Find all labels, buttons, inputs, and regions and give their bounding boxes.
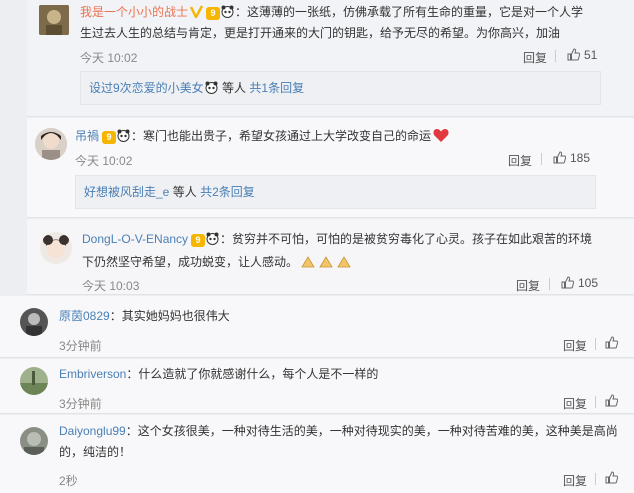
comment-username[interactable]: 吊禍 (75, 129, 99, 143)
reply-button[interactable]: 回复 (508, 152, 532, 169)
like-count: 185 (570, 151, 591, 165)
comment-card-6: Daiyonglu99：这个女孩很美，一种对待生活的美，一种对待现实的美，一种对… (0, 415, 634, 493)
avatar[interactable] (20, 427, 48, 455)
like-button[interactable]: 185 (553, 151, 590, 165)
like-button[interactable]: 105 (561, 276, 598, 290)
avatar[interactable] (35, 128, 67, 160)
divider (595, 396, 596, 408)
reply-button[interactable]: 回复 (523, 49, 547, 66)
panda-icon (221, 5, 234, 18)
vip-badge-icon: 9 (206, 7, 221, 20)
comment-time: 3分钟前 (59, 339, 102, 353)
like-count: 105 (578, 276, 599, 290)
comment-username[interactable]: 我是一个小小的战士 (80, 5, 188, 19)
comment-username[interactable]: Daiyonglu99 (59, 424, 126, 438)
comment-time: 今天 10:03 (82, 279, 140, 293)
comment-card-2: 吊禍 9 ：寒门也能出贵子，希望女孩通过上大学改变自己的命运 今天 10:02 回复… (27, 118, 634, 218)
reply-summary[interactable]: 设过9次恋爱的小美女 等人 共1条回复 (80, 71, 601, 105)
like-button[interactable] (605, 394, 622, 408)
comment-time: 2秒 (59, 474, 78, 488)
like-count: 51 (584, 48, 598, 62)
vip-badge-icon: 9 (102, 131, 117, 144)
reply-summary-user[interactable]: 好想被风刮走_e (84, 185, 169, 199)
v-badge-icon (189, 5, 204, 24)
reply-summary[interactable]: 好想被风刮走_e 等人 共2条回复 (75, 175, 596, 209)
comment-time: 今天 10:02 (80, 51, 138, 65)
reply-button[interactable]: 回复 (563, 395, 587, 412)
panda-icon (117, 129, 130, 142)
comment-username[interactable]: Embriverson (59, 367, 126, 381)
comment-time: 3分钟前 (59, 397, 102, 411)
comment-card-5: Embriverson：什么造就了你就感谢什么，每个人是不一样的 3分钟前 回复 (0, 359, 634, 414)
comment-card-3: DongL-O-V-ENancy 9 ：贫穷并不可怕，可怕的是被贫穷毒化了心灵。孩子… (27, 219, 634, 295)
avatar[interactable] (20, 367, 48, 395)
divider (549, 278, 550, 290)
divider (595, 473, 596, 485)
comment-text-continued: 的，纯洁的！ (59, 445, 132, 459)
comment-card-1: 我是一个小小的战士 9 ：这薄薄的一张纸，仿佛承载了所有生命的重量，它是对一个人学 … (27, 0, 634, 117)
thumb-up-icon (605, 336, 619, 349)
comment-text: ：什么造就了你就感谢什么，每个人是不一样的 (126, 367, 379, 381)
thumb-up-icon (605, 471, 619, 484)
avatar[interactable] (40, 232, 72, 264)
reply-summary-mid: 等人 (172, 185, 197, 199)
thumb-up-icon (605, 394, 619, 407)
avatar[interactable] (20, 308, 48, 336)
comment-text-continued: 下仍然坚守希望，成功蜕变，让人感动。 (82, 255, 299, 269)
divider (541, 153, 542, 165)
thumb-up-icon (561, 276, 575, 289)
like-button[interactable] (605, 336, 622, 350)
panda-icon (205, 81, 218, 94)
clap-emoji-icon (301, 255, 355, 275)
reply-summary-mid: 等人 (222, 81, 247, 95)
reply-summary-link[interactable]: 共2条回复 (200, 185, 255, 199)
divider (555, 50, 556, 62)
vip-badge-icon: 9 (191, 234, 206, 247)
avatar[interactable] (39, 5, 69, 35)
comment-card-4: 原茵0829：其实她妈妈也很伟大 3分钟前 回复 (0, 296, 634, 358)
comment-text: ：寒门也能出贵子，希望女孩通过上大学改变自己的命运 (131, 129, 432, 143)
like-button[interactable] (605, 471, 622, 485)
comment-username[interactable]: 原茵0829 (59, 309, 110, 323)
comment-text: ：这个女孩很美，一种对待生活的美，一种对待现实的美，一种对待苦难的美，这种美是高… (125, 424, 618, 438)
reply-button[interactable]: 回复 (516, 277, 540, 294)
comment-username[interactable]: DongL-O-V-ENancy (82, 232, 188, 246)
divider (595, 338, 596, 350)
thumb-up-icon (567, 48, 581, 61)
thumb-up-icon (553, 151, 567, 164)
reply-button[interactable]: 回复 (563, 472, 587, 489)
heart-emoji-icon (433, 128, 449, 149)
comment-time: 今天 10:02 (75, 154, 133, 168)
like-button[interactable]: 51 (567, 48, 597, 62)
reply-button[interactable]: 回复 (563, 337, 587, 354)
reply-summary-user[interactable]: 设过9次恋爱的小美女 (89, 81, 204, 95)
comment-text-continued: 生过去人生的总结与肯定，更是打开通来的大门的钥匙，给予无尽的希望。为你高兴，加油 (80, 26, 561, 40)
reply-summary-link[interactable]: 共1条回复 (249, 81, 304, 95)
comment-text: ：这薄薄的一张纸，仿佛承载了所有生命的重量，它是对一个人学 (235, 5, 584, 19)
comment-text: ：其实她妈妈也很伟大 (109, 309, 230, 323)
panda-icon (206, 232, 219, 245)
comment-text: ：贫穷并不可怕，可怕的是被贫穷毒化了心灵。孩子在如此艰苦的环境 (220, 232, 593, 246)
